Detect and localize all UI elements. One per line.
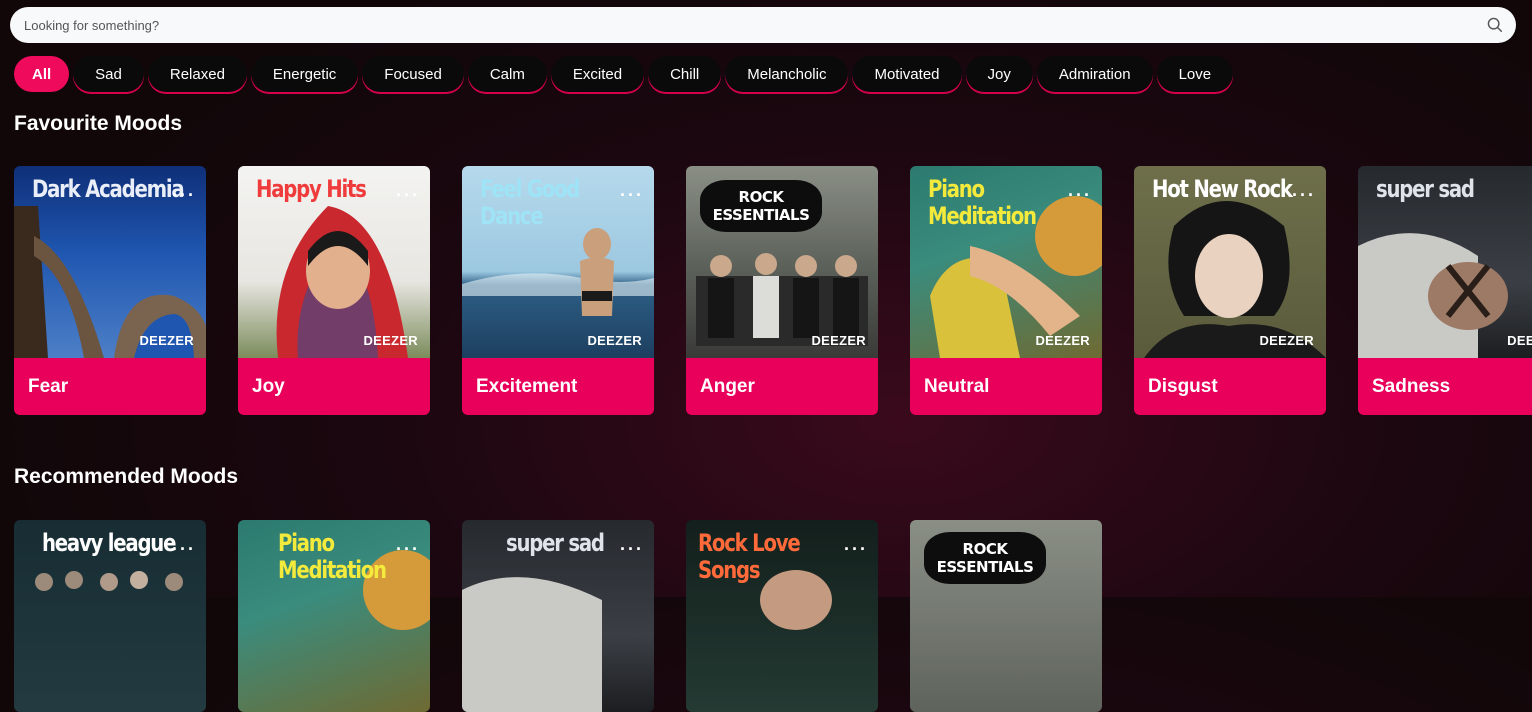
cover-title: Piano Meditation	[928, 175, 1037, 230]
cover-title: Feel Good Dance	[480, 175, 580, 230]
recommended-card-super-sad[interactable]: super sad ...	[462, 520, 654, 712]
mood-chip-motivated[interactable]: Motivated	[852, 56, 962, 92]
mood-card-neutral[interactable]: Piano Meditation ... DEEZER Neutral	[910, 166, 1102, 415]
cover-title-badge: ROCK ESSENTIALS	[700, 180, 822, 232]
card-label: Neutral	[910, 358, 1102, 415]
deezer-logo: DEEZER	[811, 333, 866, 348]
deezer-logo: DEEZE	[1507, 333, 1532, 348]
playlist-cover-happy-hits: Happy Hits ... DEEZER	[238, 166, 430, 358]
cover-title: Happy Hits	[256, 175, 367, 203]
playlist-cover-rock-essentials: ROCK ESSENTIALS DEEZER	[686, 166, 878, 358]
playlist-cover-hot-new-rock: Hot New Rock ... DEEZER	[1134, 166, 1326, 358]
playlist-cover-feel-good-dance: Feel Good Dance ... DEEZER	[462, 166, 654, 358]
card-label: Anger	[686, 358, 878, 415]
recommended-card-rock-essentials[interactable]: ROCK ESSENTIALS	[910, 520, 1102, 712]
cover-title: Dark Academia	[32, 175, 185, 203]
deezer-logo: DEEZER	[587, 333, 642, 348]
deezer-logo: DEEZER	[363, 333, 418, 348]
search-icon[interactable]	[1486, 16, 1504, 34]
recommended-card-heavy-league[interactable]: heavy league ...	[14, 520, 206, 712]
playlist-cover-dark-academia: Dark Academia ... DEEZER	[14, 166, 206, 358]
card-label: Joy	[238, 358, 430, 415]
playlist-cover-rock-love-songs: Rock Love Songs ...	[686, 520, 878, 712]
more-options-icon[interactable]: ...	[844, 534, 868, 555]
search-input[interactable]	[22, 16, 1486, 34]
playlist-cover-rock-essentials: ROCK ESSENTIALS	[910, 520, 1102, 712]
mood-card-sadness[interactable]: super sad DEEZE Sadness	[1358, 166, 1532, 415]
mood-filter-bar: All Sad Relaxed Energetic Focused Calm E…	[14, 56, 1234, 92]
mood-card-anger[interactable]: ROCK ESSENTIALS DEEZER Anger	[686, 166, 878, 415]
deezer-logo: DEEZER	[1035, 333, 1090, 348]
card-label: Sadness	[1358, 358, 1532, 415]
cover-title: Rock Love Songs	[698, 529, 801, 584]
mood-card-fear[interactable]: Dark Academia ... DEEZER Fear	[14, 166, 206, 415]
recommended-card-piano-meditation[interactable]: Piano Meditation ...	[238, 520, 430, 712]
deezer-logo: DEEZER	[1259, 333, 1314, 348]
recommended-moods-heading: Recommended Moods	[14, 465, 239, 488]
mood-chip-admiration[interactable]: Admiration	[1036, 56, 1153, 92]
favourite-moods-heading: Favourite Moods	[14, 112, 183, 135]
mood-chip-all[interactable]: All	[14, 56, 70, 92]
mood-chip-love[interactable]: Love	[1156, 56, 1234, 92]
mood-card-excitement[interactable]: Feel Good Dance ... DEEZER Excitement	[462, 166, 654, 415]
playlist-cover-piano-meditation: Piano Meditation ...	[238, 520, 430, 712]
recommended-card-rock-love-songs[interactable]: Rock Love Songs ...	[686, 520, 878, 712]
mood-chip-sad[interactable]: Sad	[73, 56, 144, 92]
more-options-icon[interactable]: ...	[1292, 180, 1316, 201]
more-options-icon[interactable]: ...	[1068, 180, 1092, 201]
card-label: Excitement	[462, 358, 654, 415]
recommended-moods-row: heavy league ... Piano Meditation ... su…	[14, 520, 1102, 712]
cover-title: heavy league	[42, 529, 176, 557]
mood-chip-relaxed[interactable]: Relaxed	[147, 56, 247, 92]
more-options-icon[interactable]: ...	[620, 180, 644, 201]
more-options-icon[interactable]: ...	[172, 180, 196, 201]
search-bar[interactable]	[10, 7, 1516, 43]
mood-chip-melancholic[interactable]: Melancholic	[725, 56, 849, 92]
cover-title: super sad	[1376, 175, 1475, 203]
cover-title-badge: ROCK ESSENTIALS	[924, 532, 1046, 584]
mood-chip-calm[interactable]: Calm	[467, 56, 547, 92]
mood-chip-energetic[interactable]: Energetic	[250, 56, 359, 92]
favourite-moods-row: Dark Academia ... DEEZER Fear Happy Hits…	[14, 166, 1532, 415]
mood-chip-joy[interactable]: Joy	[965, 56, 1033, 92]
mood-chip-focused[interactable]: Focused	[362, 56, 464, 92]
more-options-icon[interactable]: ...	[620, 534, 644, 555]
more-options-icon[interactable]: ...	[396, 180, 420, 201]
cover-title: Piano Meditation	[278, 529, 387, 584]
playlist-cover-heavy-league: heavy league ...	[14, 520, 206, 712]
cover-title: super sad	[506, 529, 605, 557]
playlist-cover-piano-meditation: Piano Meditation ... DEEZER	[910, 166, 1102, 358]
mood-chip-chill[interactable]: Chill	[648, 56, 722, 92]
cover-title: Hot New Rock	[1152, 175, 1293, 203]
mood-card-joy[interactable]: Happy Hits ... DEEZER Joy	[238, 166, 430, 415]
more-options-icon[interactable]: ...	[172, 534, 196, 555]
playlist-cover-super-sad: super sad DEEZE	[1358, 166, 1532, 358]
card-label: Disgust	[1134, 358, 1326, 415]
card-label: Fear	[14, 358, 206, 415]
deezer-logo: DEEZER	[139, 333, 194, 348]
mood-chip-excited[interactable]: Excited	[550, 56, 645, 92]
mood-card-disgust[interactable]: Hot New Rock ... DEEZER Disgust	[1134, 166, 1326, 415]
playlist-cover-super-sad: super sad ...	[462, 520, 654, 712]
more-options-icon[interactable]: ...	[396, 534, 420, 555]
